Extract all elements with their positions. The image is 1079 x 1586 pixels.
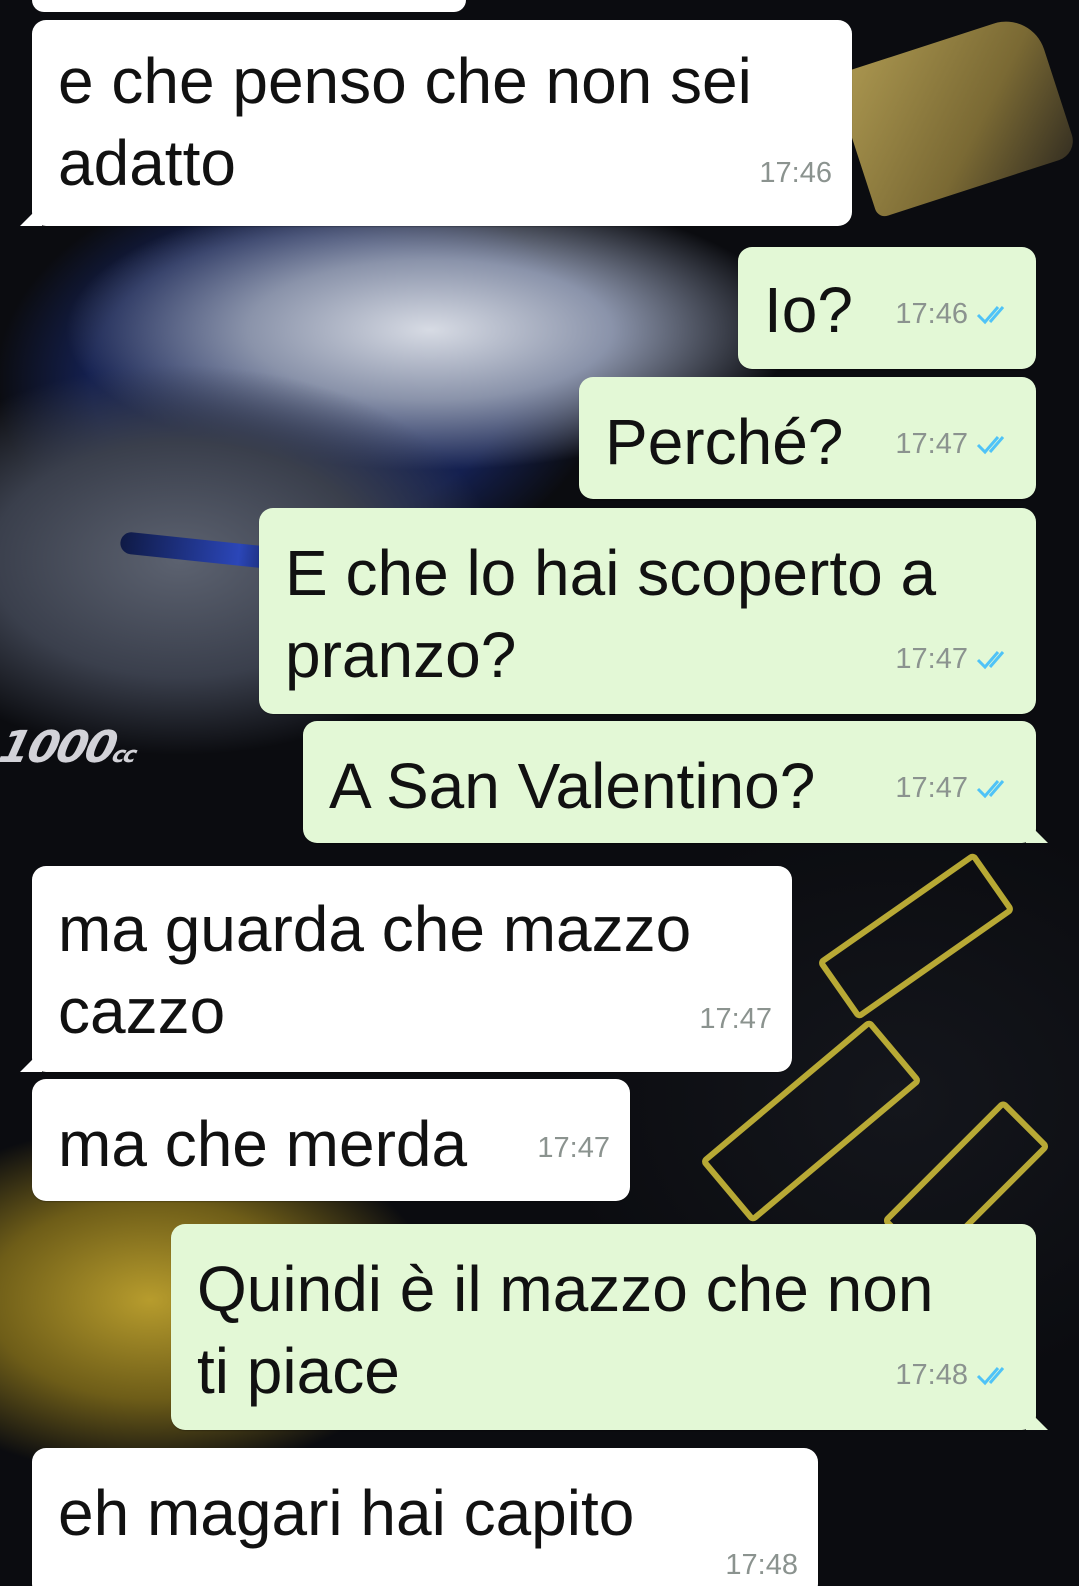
bubble-tail bbox=[1026, 821, 1048, 843]
message-meta: 17:47 bbox=[895, 618, 1016, 700]
message-meta: 17:46 bbox=[759, 132, 832, 214]
message-meta: 17:47 bbox=[895, 403, 1016, 485]
bubble-tail bbox=[20, 204, 42, 226]
message-meta: 17:47 bbox=[537, 1107, 610, 1189]
message-time: 17:48 bbox=[895, 1359, 968, 1391]
incoming-message-bubble[interactable]: ma guarda che mazzo cazzo 17:47 bbox=[20, 866, 792, 1072]
message-text: Quindi è il mazzo che non ti piace bbox=[197, 1253, 934, 1407]
message-meta: 17:48 bbox=[895, 1334, 1016, 1416]
double-check-icon bbox=[976, 780, 1005, 799]
double-check-icon bbox=[976, 306, 1005, 325]
double-check-icon bbox=[976, 651, 1005, 670]
message-meta: 17:47 bbox=[699, 978, 772, 1060]
double-check-icon bbox=[976, 1367, 1005, 1386]
bubble-tail bbox=[20, 1050, 42, 1072]
message-meta: 17:48 bbox=[725, 1524, 798, 1586]
double-check-icon bbox=[976, 436, 1005, 455]
message-time: 17:47 bbox=[895, 772, 968, 804]
message-text: e che penso che non sei adatto bbox=[58, 45, 752, 199]
message-time: 17:46 bbox=[759, 157, 832, 189]
message-time: 17:47 bbox=[895, 643, 968, 675]
message-text: E che lo hai scoperto a pranzo? bbox=[285, 537, 937, 691]
previous-message-bubble-edge bbox=[32, 0, 466, 12]
outgoing-message-bubble[interactable]: Quindi è il mazzo che non ti piace 17:48 bbox=[171, 1224, 1048, 1430]
message-text: A San Valentino? bbox=[329, 750, 816, 822]
outgoing-message-bubble[interactable]: A San Valentino? 17:47 bbox=[303, 721, 1048, 843]
outgoing-message-bubble[interactable]: Perché? 17:47 bbox=[579, 377, 1036, 499]
outgoing-message-bubble[interactable]: Io? 17:46 bbox=[738, 247, 1036, 369]
message-text: Io? bbox=[764, 274, 853, 346]
bubble-tail bbox=[1026, 1408, 1048, 1430]
incoming-message-bubble[interactable]: ma che merda 17:47 bbox=[32, 1079, 630, 1201]
message-text: eh magari hai capito bbox=[58, 1477, 635, 1549]
message-time: 17:47 bbox=[699, 1003, 772, 1035]
incoming-message-bubble[interactable]: e che penso che non sei adatto 17:46 bbox=[20, 20, 852, 226]
message-time: 17:46 bbox=[895, 298, 968, 330]
outgoing-message-bubble[interactable]: E che lo hai scoperto a pranzo? 17:47 bbox=[259, 508, 1036, 714]
message-text: ma guarda che mazzo cazzo bbox=[58, 893, 692, 1047]
message-meta: 17:46 bbox=[895, 273, 1016, 355]
incoming-message-bubble[interactable]: eh magari hai capito 17:48 bbox=[32, 1448, 818, 1586]
chat-message-list[interactable]: e che penso che non sei adatto 17:46 Io?… bbox=[0, 0, 1079, 1586]
message-time: 17:47 bbox=[537, 1132, 610, 1164]
message-time: 17:48 bbox=[725, 1549, 798, 1581]
message-time: 17:47 bbox=[895, 428, 968, 460]
message-text: Perché? bbox=[605, 406, 844, 478]
message-meta: 17:47 bbox=[895, 747, 1016, 829]
message-text: ma che merda bbox=[58, 1108, 468, 1180]
